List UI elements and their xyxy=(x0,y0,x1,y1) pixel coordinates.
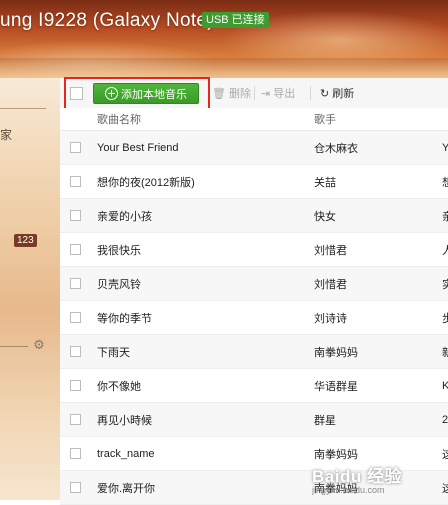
song-name-cell: 想你的夜(2012新版) xyxy=(97,176,195,189)
album-cell: 步 xyxy=(442,312,448,325)
artist-cell: 南拳妈妈 xyxy=(314,346,358,359)
album-cell: 2 xyxy=(442,413,448,426)
row-check-cell xyxy=(60,414,97,425)
song-name-cell: track_name xyxy=(97,447,155,460)
usb-status-badge: USB 已连接 xyxy=(202,12,269,28)
row-check-cell xyxy=(60,142,97,153)
column-header-song-name[interactable]: 歌曲名称 xyxy=(97,111,314,127)
watermark-text: Baidu 经验 xyxy=(312,467,402,486)
add-local-music-label: 添加本地音乐 xyxy=(121,88,187,101)
artist-cell: 关喆 xyxy=(314,176,336,189)
song-name-cell: 再见小時候 xyxy=(97,414,152,427)
trash-icon: 🗑 xyxy=(212,87,226,100)
song-name-cell: 下雨天 xyxy=(97,346,130,359)
album-cell: K xyxy=(442,379,448,392)
artist-cell: 南拳妈妈 xyxy=(314,448,358,461)
table-row[interactable]: 等你的季节 刘诗诗 步 xyxy=(60,301,448,335)
artist-cell: 刘惜君 xyxy=(314,278,347,291)
song-name-cell: 你不像她 xyxy=(97,380,141,393)
row-check-cell xyxy=(60,312,97,323)
song-name-cell: 贝壳风铃 xyxy=(97,278,141,291)
row-check-cell xyxy=(60,380,97,391)
baidu-watermark: Baidu 经验 jingyan.baidu.com xyxy=(312,462,402,495)
toolbar-separator xyxy=(310,86,311,100)
artist-cell: 华语群星 xyxy=(314,380,358,393)
export-button[interactable]: ⇥ 导出 xyxy=(261,86,296,101)
table-row[interactable]: 再见小時候 群星 2 xyxy=(60,403,448,437)
count-badge: 123 xyxy=(14,234,37,247)
table-row[interactable]: 想你的夜(2012新版) 关喆 想 xyxy=(60,165,448,199)
row-check-cell xyxy=(60,278,97,289)
song-name-cell: 等你的季节 xyxy=(97,312,152,325)
refresh-label: 刷新 xyxy=(332,88,355,100)
add-local-music-button[interactable]: 添加本地音乐 xyxy=(93,83,199,104)
row-check-cell xyxy=(60,176,97,187)
artist-cell: 刘诗诗 xyxy=(314,312,347,325)
row-checkbox[interactable] xyxy=(70,244,81,255)
row-checkbox[interactable] xyxy=(70,346,81,357)
row-checkbox[interactable] xyxy=(70,448,81,459)
artist-cell: 群星 xyxy=(314,414,336,427)
row-checkbox[interactable] xyxy=(70,142,81,153)
delete-button[interactable]: 🗑 删除 xyxy=(212,86,251,101)
sidebar-item-label[interactable]: 家 xyxy=(0,126,12,143)
album-cell: 想 xyxy=(442,176,448,189)
row-checkbox[interactable] xyxy=(70,278,81,289)
gear-icon[interactable]: ⚙ xyxy=(32,338,46,352)
row-check-cell xyxy=(60,244,97,255)
album-cell: 新 xyxy=(442,346,448,359)
song-table: 歌曲名称 歌手 Your Best Friend 仓木麻衣 Y 想你的夜(2012新版… xyxy=(60,108,448,505)
table-row[interactable]: 下雨天 南拳妈妈 新 xyxy=(60,335,448,369)
column-header-artist[interactable]: 歌手 xyxy=(314,111,442,127)
sidebar: 家 123 ⚙ xyxy=(0,78,60,500)
table-row[interactable]: 贝壳风铃 刘惜君 实 xyxy=(60,267,448,301)
song-name-cell: 亲爱的小孩 xyxy=(97,210,152,223)
row-check-cell xyxy=(60,448,97,459)
album-cell: 这 xyxy=(442,482,448,495)
sidebar-divider xyxy=(0,346,28,347)
song-name-cell: Your Best Friend xyxy=(97,141,179,154)
row-check-cell xyxy=(60,210,97,221)
album-cell: Y xyxy=(442,141,448,154)
refresh-icon: ↻ xyxy=(320,87,330,100)
row-check-cell xyxy=(60,482,97,493)
album-cell: 实 xyxy=(442,278,448,291)
row-checkbox[interactable] xyxy=(70,176,81,187)
table-body: Your Best Friend 仓木麻衣 Y 想你的夜(2012新版) 关喆 想亲爱的小… xyxy=(60,131,448,505)
row-checkbox[interactable] xyxy=(70,482,81,493)
export-icon: ⇥ xyxy=(261,87,271,100)
artist-cell: 仓木麻衣 xyxy=(314,142,358,155)
album-cell: 人 xyxy=(442,244,448,257)
refresh-button[interactable]: ↻ 刷新 xyxy=(320,86,355,101)
row-checkbox[interactable] xyxy=(70,380,81,391)
plus-circle-icon xyxy=(105,87,118,100)
song-name-cell: 我很快乐 xyxy=(97,244,141,257)
export-label: 导出 xyxy=(273,88,296,100)
table-row[interactable]: 你不像她 华语群星 K xyxy=(60,369,448,403)
row-checkbox[interactable] xyxy=(70,414,81,425)
row-checkbox[interactable] xyxy=(70,210,81,221)
album-cell: 亲 xyxy=(442,210,448,223)
artist-cell: 刘惜君 xyxy=(314,244,347,257)
watermark-subtext: jingyan.baidu.com xyxy=(312,485,385,495)
banner-landscape xyxy=(0,58,448,78)
table-row[interactable]: 亲爱的小孩 快女 亲 xyxy=(60,199,448,233)
row-checkbox[interactable] xyxy=(70,312,81,323)
header-banner: ung I9228 (Galaxy Note) USB 已连接 xyxy=(0,0,448,78)
toolbar-separator xyxy=(254,86,255,100)
table-header: 歌曲名称 歌手 xyxy=(60,108,448,131)
device-title: ung I9228 (Galaxy Note) xyxy=(0,10,214,31)
table-row[interactable]: 我很快乐 刘惜君 人 xyxy=(60,233,448,267)
toolbar: 添加本地音乐 🗑 删除 ⇥ 导出 ↻ 刷新 xyxy=(60,77,448,112)
row-check-cell xyxy=(60,346,97,357)
song-name-cell: 爱你.离开你 xyxy=(97,482,156,495)
delete-label: 删除 xyxy=(228,88,251,100)
artist-cell: 快女 xyxy=(314,210,336,223)
album-cell: 这 xyxy=(442,448,448,461)
sidebar-divider xyxy=(0,108,46,109)
table-row[interactable]: Your Best Friend 仓木麻衣 Y xyxy=(60,131,448,165)
